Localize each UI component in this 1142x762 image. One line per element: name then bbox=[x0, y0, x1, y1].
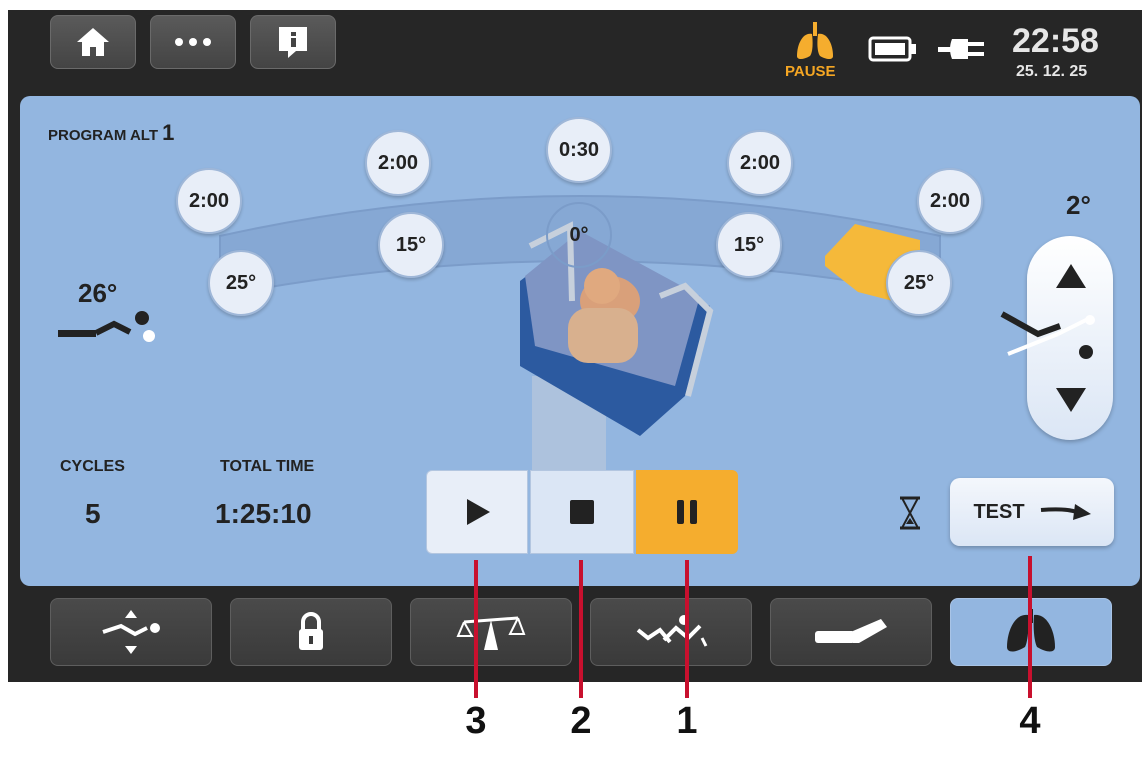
nav-tilt[interactable] bbox=[50, 598, 212, 666]
stop-icon bbox=[570, 500, 594, 524]
play-button[interactable] bbox=[426, 470, 528, 554]
hourglass-icon bbox=[900, 496, 920, 530]
callout-line-1 bbox=[685, 560, 689, 698]
stop-button[interactable] bbox=[530, 470, 634, 554]
current-angle: 26° bbox=[78, 278, 118, 308]
nav-lock[interactable] bbox=[230, 598, 392, 666]
arc-time-4[interactable]: 2:00 bbox=[727, 130, 793, 196]
scale-icon bbox=[456, 616, 526, 650]
arc-angle-2[interactable]: 15° bbox=[378, 212, 444, 278]
callout-number-1: 1 bbox=[676, 700, 698, 742]
lock-icon bbox=[299, 612, 323, 650]
nav-mattress[interactable] bbox=[770, 598, 932, 666]
arc-time-5[interactable]: 2:00 bbox=[917, 168, 983, 234]
play-icon bbox=[467, 499, 490, 525]
callout-number-2: 2 bbox=[570, 700, 592, 742]
pause-icon bbox=[677, 500, 697, 524]
total-time-label: TOTAL TIME bbox=[220, 458, 315, 475]
callout-number-4: 4 bbox=[1019, 700, 1041, 742]
arrow-right-icon bbox=[1040, 504, 1091, 520]
pause-button[interactable] bbox=[636, 470, 738, 554]
nav-scale[interactable] bbox=[410, 598, 572, 666]
test-button-label: TEST bbox=[973, 500, 1025, 523]
clock-date: 25. 12. 25 bbox=[1016, 63, 1088, 80]
total-time-value: 1:25:10 bbox=[215, 498, 312, 529]
cycles-label: CYCLES bbox=[60, 458, 125, 475]
info-icon bbox=[279, 27, 307, 58]
arc-angle-5[interactable]: 25° bbox=[886, 250, 952, 316]
lungs-icon bbox=[797, 22, 833, 59]
battery-icon bbox=[868, 36, 916, 62]
arc-time-1[interactable]: 2:00 bbox=[176, 168, 242, 234]
more-button[interactable] bbox=[150, 15, 236, 69]
home-button[interactable] bbox=[50, 15, 136, 69]
angle-down-button[interactable] bbox=[1054, 386, 1088, 414]
patient-tilt-icon bbox=[58, 311, 155, 342]
target-angle: 2° bbox=[1066, 190, 1091, 220]
callout-number-3: 3 bbox=[465, 700, 487, 742]
callout-line-3 bbox=[474, 560, 478, 698]
test-button[interactable]: TEST bbox=[950, 478, 1114, 546]
patient-position-icon bbox=[636, 615, 708, 647]
cycles-value: 5 bbox=[85, 498, 101, 529]
callout-line-2 bbox=[579, 560, 583, 698]
plug-icon bbox=[938, 39, 984, 59]
arc-angle-4[interactable]: 15° bbox=[716, 212, 782, 278]
tilt-adjust-icon bbox=[102, 610, 160, 654]
clock-time: 22:58 bbox=[1012, 22, 1099, 60]
arc-time-2[interactable]: 2:00 bbox=[365, 130, 431, 196]
pause-label: PAUSE bbox=[785, 63, 836, 80]
callout-line-4 bbox=[1028, 556, 1032, 698]
arc-time-3[interactable]: 0:30 bbox=[546, 117, 612, 183]
more-icon bbox=[175, 38, 211, 46]
nav-patient-position[interactable] bbox=[590, 598, 752, 666]
arc-angle-1[interactable]: 25° bbox=[208, 250, 274, 316]
mattress-icon bbox=[815, 619, 887, 643]
home-icon bbox=[77, 28, 109, 56]
arc-angle-3[interactable]: 0° bbox=[546, 202, 612, 268]
info-button[interactable] bbox=[250, 15, 336, 69]
angle-up-button[interactable] bbox=[1054, 262, 1088, 290]
bed-tilt-icon bbox=[1000, 311, 1095, 359]
